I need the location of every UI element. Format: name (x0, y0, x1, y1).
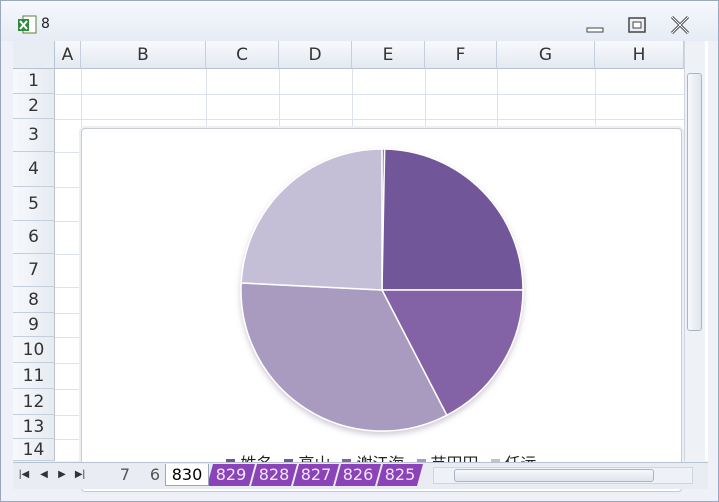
pie-chart[interactable]: 姓名高山谢江海苗田田任远 (81, 128, 682, 492)
sheet-tab-825[interactable]: 825 (377, 464, 423, 486)
row-header-3[interactable]: 3 (13, 119, 55, 152)
excel-window: 8 ABCDEFGH 1234567891011121314 姓名高山谢江海苗田… (0, 0, 719, 502)
column-header-h[interactable]: H (595, 41, 684, 69)
row-header-5[interactable]: 5 (13, 187, 55, 221)
row-header-12[interactable]: 12 (13, 389, 55, 415)
gridline (55, 119, 684, 120)
spreadsheet-grid[interactable]: ABCDEFGH 1234567891011121314 姓名高山谢江海苗田田任… (13, 41, 708, 492)
pie-slice-1[interactable] (381, 148, 524, 291)
column-header-g[interactable]: G (497, 41, 595, 69)
window-title: 8 (41, 16, 50, 32)
column-header-b[interactable]: B (81, 41, 206, 69)
sheet-tab-827[interactable]: 827 (293, 464, 339, 486)
horizontal-scroll-thumb[interactable] (454, 469, 654, 482)
row-header-8[interactable]: 8 (13, 287, 55, 313)
sheet-tab-828[interactable]: 828 (251, 464, 297, 486)
row-header-4[interactable]: 4 (13, 152, 55, 187)
row-header-1[interactable]: 1 (13, 69, 55, 94)
row-header-14[interactable]: 14 (13, 439, 55, 461)
row-header-13[interactable]: 13 (13, 415, 55, 439)
row-header-10[interactable]: 10 (13, 337, 55, 363)
excel-icon (18, 15, 37, 34)
vertical-scroll-thumb[interactable] (687, 73, 702, 331)
next-sheet-icon[interactable]: ▶ (55, 467, 69, 483)
column-header-f[interactable]: F (425, 41, 497, 69)
column-header-c[interactable]: C (206, 41, 279, 69)
maximize-icon[interactable] (625, 15, 649, 35)
gridline (55, 94, 684, 95)
column-header-e[interactable]: E (352, 41, 425, 69)
row-header-6[interactable]: 6 (13, 221, 55, 254)
select-all-corner[interactable] (13, 41, 55, 69)
title-bar: 8 (1, 1, 718, 41)
column-header-d[interactable]: D (279, 41, 352, 69)
prev-sheet-icon[interactable]: ◀ (37, 467, 51, 483)
pie-slices (240, 148, 524, 432)
pie-slice-4[interactable] (240, 148, 383, 291)
row-header-9[interactable]: 9 (13, 313, 55, 337)
sheet-tab-6[interactable]: 6 (143, 464, 167, 486)
last-sheet-icon[interactable]: ▶| (73, 467, 87, 483)
minimize-icon[interactable] (583, 15, 607, 35)
column-header-a[interactable]: A (55, 41, 81, 69)
sheet-tab-826[interactable]: 826 (335, 464, 381, 486)
sheet-tab-bar: |◀ ◀ ▶ ▶| 7 6 830 829 828 827 826 825 (13, 462, 708, 489)
row-header-2[interactable]: 2 (13, 94, 55, 119)
sheet-tab-829[interactable]: 829 (207, 464, 255, 486)
close-icon[interactable] (668, 15, 692, 35)
row-header-11[interactable]: 11 (13, 363, 55, 389)
horizontal-scrollbar[interactable] (433, 467, 693, 484)
pie-chart-plot (240, 148, 524, 432)
row-header-7[interactable]: 7 (13, 254, 55, 287)
first-sheet-icon[interactable]: |◀ (17, 467, 31, 483)
sheet-tab-7[interactable]: 7 (105, 464, 145, 486)
sheet-tab-830[interactable]: 830 (165, 464, 209, 486)
vertical-scrollbar[interactable] (684, 41, 705, 461)
